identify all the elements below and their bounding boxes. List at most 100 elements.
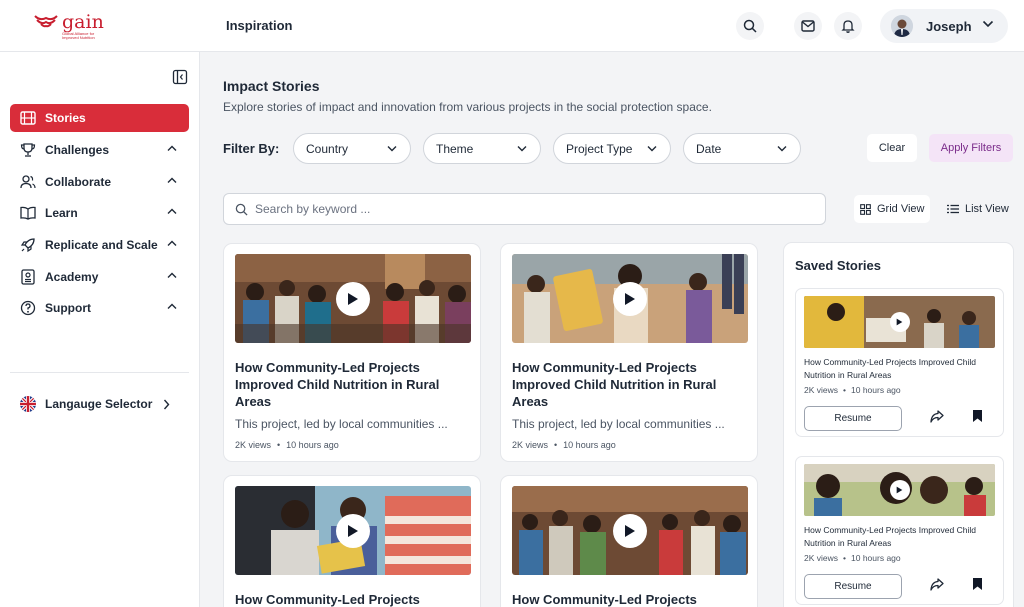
story-views: 2K views	[804, 553, 839, 563]
sidebar-item-academy[interactable]: Academy	[10, 263, 189, 291]
chevron-up-icon	[167, 240, 177, 246]
sidebar-divider	[10, 372, 189, 373]
story-time: 10 hours ago	[851, 385, 901, 395]
sidebar-item-stories[interactable]: Stories	[10, 104, 189, 132]
grid-view-label: Grid View	[877, 203, 925, 215]
bell-icon	[841, 20, 855, 33]
story-card[interactable]: How Community-Led Projects	[223, 475, 481, 607]
list-view-button[interactable]: List View	[941, 195, 1015, 223]
story-thumbnail[interactable]	[512, 254, 748, 343]
story-card[interactable]: How Community-Led Projects	[500, 475, 758, 607]
search-input[interactable]	[255, 202, 795, 216]
share-icon[interactable]	[930, 578, 944, 591]
story-title[interactable]: How Community-Led Projects	[512, 591, 748, 607]
filter-project-type-dropdown[interactable]: Project Type	[553, 133, 671, 164]
sidebar-item-replicate-and-scale[interactable]: Replicate and Scale	[10, 231, 189, 259]
search-button[interactable]	[736, 12, 764, 40]
story-card[interactable]: How Community-Led Projects Improved Chil…	[500, 243, 758, 462]
language-selector[interactable]: Langauge Selector	[10, 390, 189, 418]
filter-country-dropdown[interactable]: Country	[293, 133, 411, 164]
avatar	[891, 15, 913, 37]
sidebar-item-challenges[interactable]: Challenges	[10, 136, 189, 164]
chevron-down-icon	[777, 146, 787, 152]
story-title[interactable]: How Community-Led Projects Improved Chil…	[512, 359, 748, 410]
saved-story-thumbnail[interactable]	[804, 464, 995, 516]
clear-filters-button[interactable]: Clear	[867, 134, 917, 162]
mail-icon	[801, 20, 815, 32]
book-icon	[20, 206, 36, 220]
sidebar-item-learn[interactable]: Learn	[10, 199, 189, 227]
list-icon	[947, 204, 959, 214]
story-title[interactable]: How Community-Led Projects	[235, 591, 471, 607]
sidebar-item-label: Support	[45, 301, 91, 315]
play-button[interactable]	[613, 513, 647, 548]
logo-text: gain	[62, 11, 104, 33]
saved-story-thumbnail[interactable]	[804, 296, 995, 348]
logo-tagline: Global Alliance for Improved Nutrition	[62, 31, 95, 40]
play-icon	[348, 292, 358, 305]
resume-button[interactable]: Resume	[804, 406, 902, 431]
gain-logo[interactable]: gain Global Alliance for Improved Nutrit…	[34, 13, 104, 40]
saved-story-card[interactable]: How Community-Led Projects Improved Chil…	[795, 288, 1004, 437]
saved-story-title[interactable]: How Community-Led Projects Improved Chil…	[804, 524, 1000, 550]
bookmark-icon[interactable]	[972, 577, 983, 591]
play-button[interactable]	[889, 312, 910, 332]
academy-icon	[21, 269, 35, 285]
users-icon	[20, 175, 36, 189]
sidebar-item-label: Stories	[45, 111, 86, 125]
saved-stories-title: Saved Stories	[795, 258, 881, 273]
play-icon	[625, 292, 635, 305]
filter-theme-dropdown[interactable]: Theme	[423, 133, 541, 164]
page-subtitle: Explore stories of impact and innovation…	[223, 100, 712, 114]
story-card[interactable]: How Community-Led Projects Improved Chil…	[223, 243, 481, 462]
story-meta: 2K views • 10 hours ago	[512, 440, 616, 450]
play-button[interactable]	[336, 513, 370, 548]
top-header: gain Global Alliance for Improved Nutrit…	[0, 0, 1024, 52]
play-icon	[348, 524, 358, 537]
bookmark-icon[interactable]	[972, 409, 983, 423]
saved-story-title[interactable]: How Community-Led Projects Improved Chil…	[804, 356, 1000, 382]
page-section-title: Inspiration	[226, 18, 293, 33]
share-icon[interactable]	[930, 410, 944, 423]
sidebar-collapse-icon[interactable]	[172, 69, 188, 85]
story-views: 2K views	[804, 385, 839, 395]
sidebar-item-label: Challenges	[45, 143, 110, 157]
resume-button[interactable]: Resume	[804, 574, 902, 599]
play-button[interactable]	[336, 281, 370, 316]
sidebar-item-label: Replicate and Scale	[45, 238, 158, 252]
grid-view-button[interactable]: Grid View	[854, 195, 931, 223]
user-name: Joseph	[926, 18, 972, 34]
story-time: 10 hours ago	[851, 553, 901, 563]
messages-button[interactable]	[794, 12, 822, 40]
chevron-down-icon	[387, 146, 397, 152]
story-description: This project, led by local communities .…	[512, 417, 725, 431]
page-title: Impact Stories	[223, 78, 320, 94]
filter-date-dropdown[interactable]: Date	[683, 133, 801, 164]
filter-theme-label: Theme	[436, 141, 474, 156]
sidebar-item-label: Academy	[45, 270, 99, 284]
list-view-label: List View	[965, 203, 1009, 215]
story-meta: 2K views • 10 hours ago	[235, 440, 339, 450]
saved-stories-panel: Saved Stories How Community-Led Projects…	[783, 242, 1014, 607]
story-thumbnail[interactable]	[235, 254, 471, 343]
user-menu[interactable]: Joseph	[880, 9, 1008, 43]
saved-story-card[interactable]: How Community-Led Projects Improved Chil…	[795, 456, 1004, 605]
sidebar-item-collaborate[interactable]: Collaborate	[10, 168, 189, 196]
search-icon	[235, 203, 248, 216]
language-selector-label: Langauge Selector	[45, 397, 153, 411]
story-time: 10 hours ago	[286, 440, 339, 450]
trophy-icon	[20, 143, 36, 157]
film-icon	[20, 111, 36, 125]
saved-story-meta: 2K views • 10 hours ago	[804, 553, 901, 563]
rocket-icon	[20, 238, 35, 253]
play-button[interactable]	[889, 480, 910, 500]
notifications-button[interactable]	[834, 12, 862, 40]
apply-filters-button[interactable]: Apply Filters	[929, 134, 1013, 162]
story-thumbnail[interactable]	[512, 486, 748, 575]
logo-emblem-icon	[34, 15, 58, 28]
play-button[interactable]	[613, 281, 647, 316]
sidebar-item-support[interactable]: Support	[10, 294, 189, 322]
story-thumbnail[interactable]	[235, 486, 471, 575]
grid-icon	[860, 203, 871, 215]
story-title[interactable]: How Community-Led Projects Improved Chil…	[235, 359, 471, 410]
